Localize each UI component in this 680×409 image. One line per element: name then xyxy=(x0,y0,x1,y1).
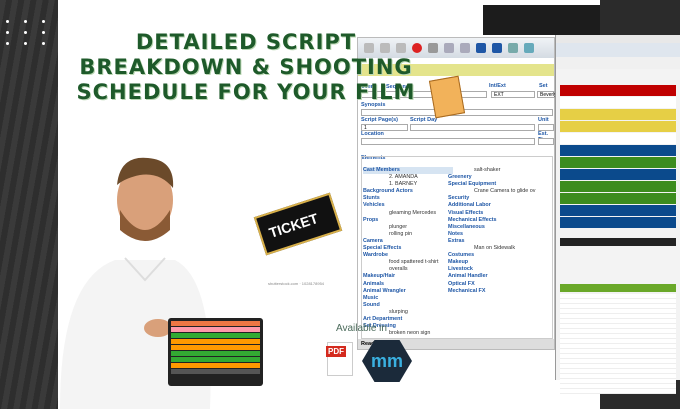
element-item: salt-shaker xyxy=(474,167,501,173)
schedule-strip[interactable] xyxy=(560,193,676,204)
set-field[interactable]: Beverly xyxy=(537,91,557,98)
element-category[interactable]: Miscellaneous xyxy=(448,224,548,231)
schedule-strip[interactable] xyxy=(560,133,676,144)
element-item: Man on Sidewalk xyxy=(474,245,516,252)
set-label: Set xyxy=(539,83,548,89)
element-item: rolling pin xyxy=(389,230,413,237)
element-category[interactable]: Additional Labor xyxy=(448,202,548,209)
element-category[interactable]: Animal Handler xyxy=(448,273,548,280)
headline-line: DETAILED SCRIPT xyxy=(135,30,357,54)
ribbon xyxy=(556,43,680,57)
element-category[interactable]: Cast Members xyxy=(363,167,453,175)
script-pages-label: Script Page(s) xyxy=(361,117,398,123)
element-category[interactable]: Greenery xyxy=(448,174,548,181)
unit-label: Unit xyxy=(538,117,549,123)
first-icon[interactable] xyxy=(444,43,454,53)
element-category[interactable]: Extras xyxy=(448,238,548,245)
laptop-icon xyxy=(168,318,263,386)
headline: DETAILED SCRIPT BREAKDOWN & SHOOTING SCH… xyxy=(66,30,426,105)
element-category[interactable]: Notes xyxy=(448,231,548,238)
element-category[interactable]: Wardrobe xyxy=(363,252,453,259)
element-category[interactable]: Sound xyxy=(363,302,453,309)
dot-pattern xyxy=(6,20,70,45)
schedule-strip[interactable] xyxy=(560,97,676,108)
element-category[interactable]: Optical FX xyxy=(448,281,548,288)
schedule-screenshot xyxy=(555,35,680,394)
element-category[interactable]: Costumes xyxy=(448,252,548,259)
element-category[interactable]: Security xyxy=(448,195,548,202)
element-item: slurping xyxy=(389,308,408,315)
elements-list: Cast Members 2. AMANDA 1. BARNEY Background… xyxy=(361,156,553,339)
schedule-strip[interactable] xyxy=(560,109,676,120)
headline-line: BREAKDOWN & SHOOTING xyxy=(79,55,413,79)
headline-line: SCHEDULE FOR YOUR FILM xyxy=(76,80,416,104)
element-item: food spattered t-shirt xyxy=(389,259,439,266)
toolbar xyxy=(556,57,680,69)
element-category[interactable]: Background Actors xyxy=(363,188,453,195)
schedule-strip[interactable] xyxy=(560,145,676,156)
element-item: plunger xyxy=(389,223,407,230)
last-icon[interactable] xyxy=(492,43,502,53)
element-category[interactable]: Music xyxy=(363,295,453,302)
list-header xyxy=(560,284,676,292)
book-icon[interactable] xyxy=(428,43,438,53)
available-in-text: Available in xyxy=(336,323,387,334)
script-pages-field[interactable]: 1 xyxy=(361,124,408,131)
schedule-strip[interactable] xyxy=(560,217,676,228)
image-icon[interactable] xyxy=(508,43,518,53)
pdf-icon: PDF xyxy=(326,342,353,376)
element-category[interactable]: Animals xyxy=(363,281,453,288)
location-label: Location xyxy=(361,131,384,137)
schedule-strip[interactable] xyxy=(560,121,676,132)
element-category[interactable]: Mechanical Effects xyxy=(448,217,548,224)
element-item: 1. BARNEY xyxy=(389,181,418,188)
location-field[interactable] xyxy=(361,138,535,145)
element-category[interactable]: Art Department xyxy=(363,316,453,323)
next-icon[interactable] xyxy=(476,43,486,53)
schedule-strip[interactable] xyxy=(560,85,676,96)
element-item: overalls xyxy=(389,266,408,273)
department-list xyxy=(560,294,676,394)
element-category[interactable]: Makeup xyxy=(448,259,548,266)
prev-icon[interactable] xyxy=(460,43,470,53)
element-item: Crane Camera to glide ov xyxy=(474,188,536,195)
dark-block xyxy=(483,5,600,35)
schedule-strip[interactable] xyxy=(560,181,676,192)
ticket-icon: TICKET xyxy=(253,192,348,256)
element-category[interactable]: Livestock xyxy=(448,266,548,273)
int-ext-select[interactable]: EXT xyxy=(491,91,535,98)
menu-bar xyxy=(556,35,680,43)
schedule-strip[interactable] xyxy=(560,205,676,216)
unit-field[interactable] xyxy=(538,124,554,131)
element-category[interactable]: Stunts xyxy=(363,195,453,202)
element-category[interactable]: Mechanical FX xyxy=(448,288,548,295)
element-category[interactable]: Special Equipment xyxy=(448,181,548,188)
element-category[interactable]: Special Effects xyxy=(363,245,453,252)
script-day-field[interactable] xyxy=(410,124,535,131)
element-category[interactable]: Vehicles xyxy=(363,202,453,209)
est-time-field[interactable] xyxy=(538,138,554,145)
notepad-pencil-icon xyxy=(428,75,466,119)
element-item: gleaming Mercedes xyxy=(389,209,437,216)
element-category[interactable]: Makeup/Hair xyxy=(363,273,453,280)
schedule-strip[interactable] xyxy=(560,169,676,180)
int-ext-label: Int/Ext xyxy=(489,83,506,89)
tag-icon[interactable] xyxy=(524,43,534,53)
element-category[interactable]: Visual Effects xyxy=(448,210,548,217)
stock-credit: shutterstock.com · 1028178954 xyxy=(268,281,325,286)
element-category[interactable]: Camera xyxy=(363,238,453,245)
taskbar xyxy=(560,238,676,246)
element-category[interactable]: Props xyxy=(363,217,453,224)
schedule-strip[interactable] xyxy=(560,157,676,168)
element-category[interactable]: Animal Wrangler xyxy=(363,288,453,295)
element-item: 2. AMANDA xyxy=(389,174,418,181)
script-day-label: Script Day xyxy=(410,117,438,123)
